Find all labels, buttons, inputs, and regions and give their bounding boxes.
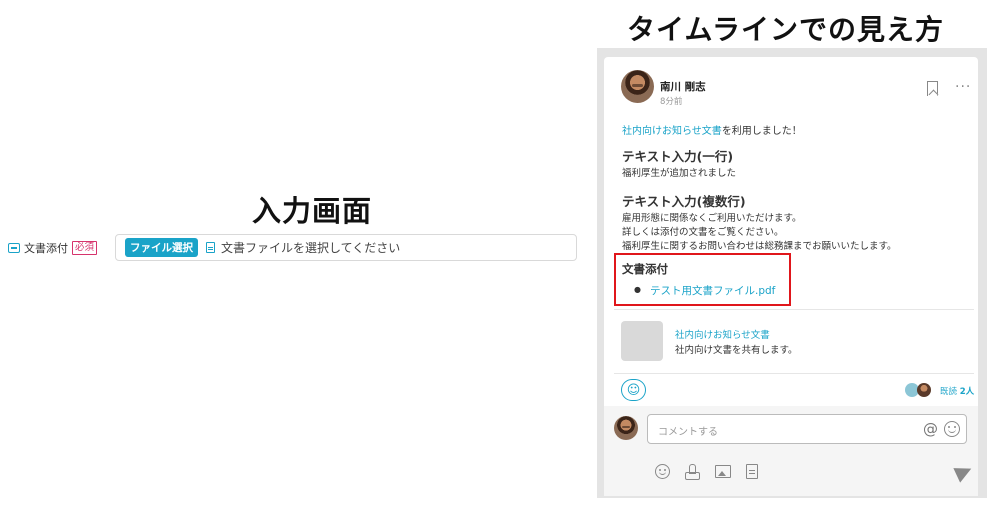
section-title-single-line: テキスト入力(一行) <box>622 149 734 164</box>
emoji-icon[interactable] <box>944 421 960 437</box>
author-name[interactable]: 南川 剛志 <box>660 79 706 94</box>
read-label: 既読 <box>940 387 958 397</box>
section-text-line-2: 詳しくは添付の文書をご覧ください。 <box>622 227 784 238</box>
add-reaction-button[interactable]: ☺ <box>621 379 646 401</box>
bullet-icon: ● <box>634 285 641 294</box>
smile-plus-icon: ☺ <box>626 382 641 398</box>
attachment-file-link[interactable]: テスト用文書ファイル.pdf <box>650 283 775 298</box>
section-text-single-line: 福利厚生が追加されました <box>622 168 737 179</box>
reader-avatars[interactable] <box>905 383 931 397</box>
link-card-title[interactable]: 社内向けお知らせ文書 <box>675 327 770 341</box>
send-icon[interactable] <box>953 461 975 483</box>
attachment-item[interactable]: ● テスト用文書ファイル.pdf <box>634 283 775 298</box>
reader-avatar <box>917 383 931 397</box>
input-screen-title: 入力画面 <box>252 194 373 228</box>
id-card-icon <box>8 243 20 253</box>
file-select-button[interactable]: ファイル選択 <box>125 238 198 257</box>
post-intro: 社内向けお知らせ文書を利用しました！ <box>622 122 802 137</box>
required-badge: 必須 <box>72 241 98 255</box>
section-title-multi-line: テキスト入力(複数行) <box>622 194 746 209</box>
section-text-line-3: 福利厚生に関するお問い合わせは総務課までお願いいたします。 <box>622 241 897 252</box>
attachment-title: 文書添付 <box>622 262 668 276</box>
link-card-description: 社内向け文書を共有します。 <box>675 345 798 356</box>
file-input-field[interactable]: ファイル選択 文書ファイルを選択してください <box>115 234 577 261</box>
image-icon[interactable] <box>715 465 731 478</box>
timeline-screen-title: タイムラインでの見え方 <box>627 13 945 46</box>
read-count[interactable]: 既読 2人 <box>940 385 974 397</box>
file-icon[interactable] <box>746 464 758 479</box>
comment-placeholder: コメントする <box>658 427 718 438</box>
more-options-icon[interactable]: ··· <box>955 79 971 95</box>
comment-area: コメントする @ <box>604 406 978 496</box>
comment-input[interactable]: コメントする @ <box>647 414 967 444</box>
divider <box>614 373 974 374</box>
read-count-value: 2人 <box>959 387 975 397</box>
divider <box>614 309 974 310</box>
mention-icon[interactable]: @ <box>923 420 938 438</box>
document-icon <box>206 242 215 253</box>
file-placeholder: 文書ファイルを選択してください <box>206 239 400 256</box>
stamp-icon[interactable] <box>684 464 700 480</box>
emoji-icon[interactable] <box>655 464 670 479</box>
timeline-panel: 南川 剛志 8分前 ··· 社内向けお知らせ文書を利用しました！ テキスト入力(… <box>597 48 987 498</box>
intro-link[interactable]: 社内向けお知らせ文書 <box>622 126 722 137</box>
document-attach-label: 文書添付 必須 <box>8 240 98 256</box>
section-text-line-1: 雇用形態に関係なくご利用いただけます。 <box>622 213 802 224</box>
file-placeholder-text: 文書ファイルを選択してください <box>221 241 401 255</box>
timeline-post-card: 南川 剛志 8分前 ··· 社内向けお知らせ文書を利用しました！ テキスト入力(… <box>604 57 978 451</box>
field-label-text: 文書添付 <box>24 242 68 255</box>
intro-suffix: を利用しました！ <box>721 126 802 137</box>
bookmark-icon[interactable] <box>927 81 938 96</box>
current-user-avatar <box>614 416 638 440</box>
link-thumbnail[interactable] <box>621 321 663 361</box>
post-time: 8分前 <box>660 97 683 107</box>
author-avatar[interactable] <box>621 70 654 103</box>
